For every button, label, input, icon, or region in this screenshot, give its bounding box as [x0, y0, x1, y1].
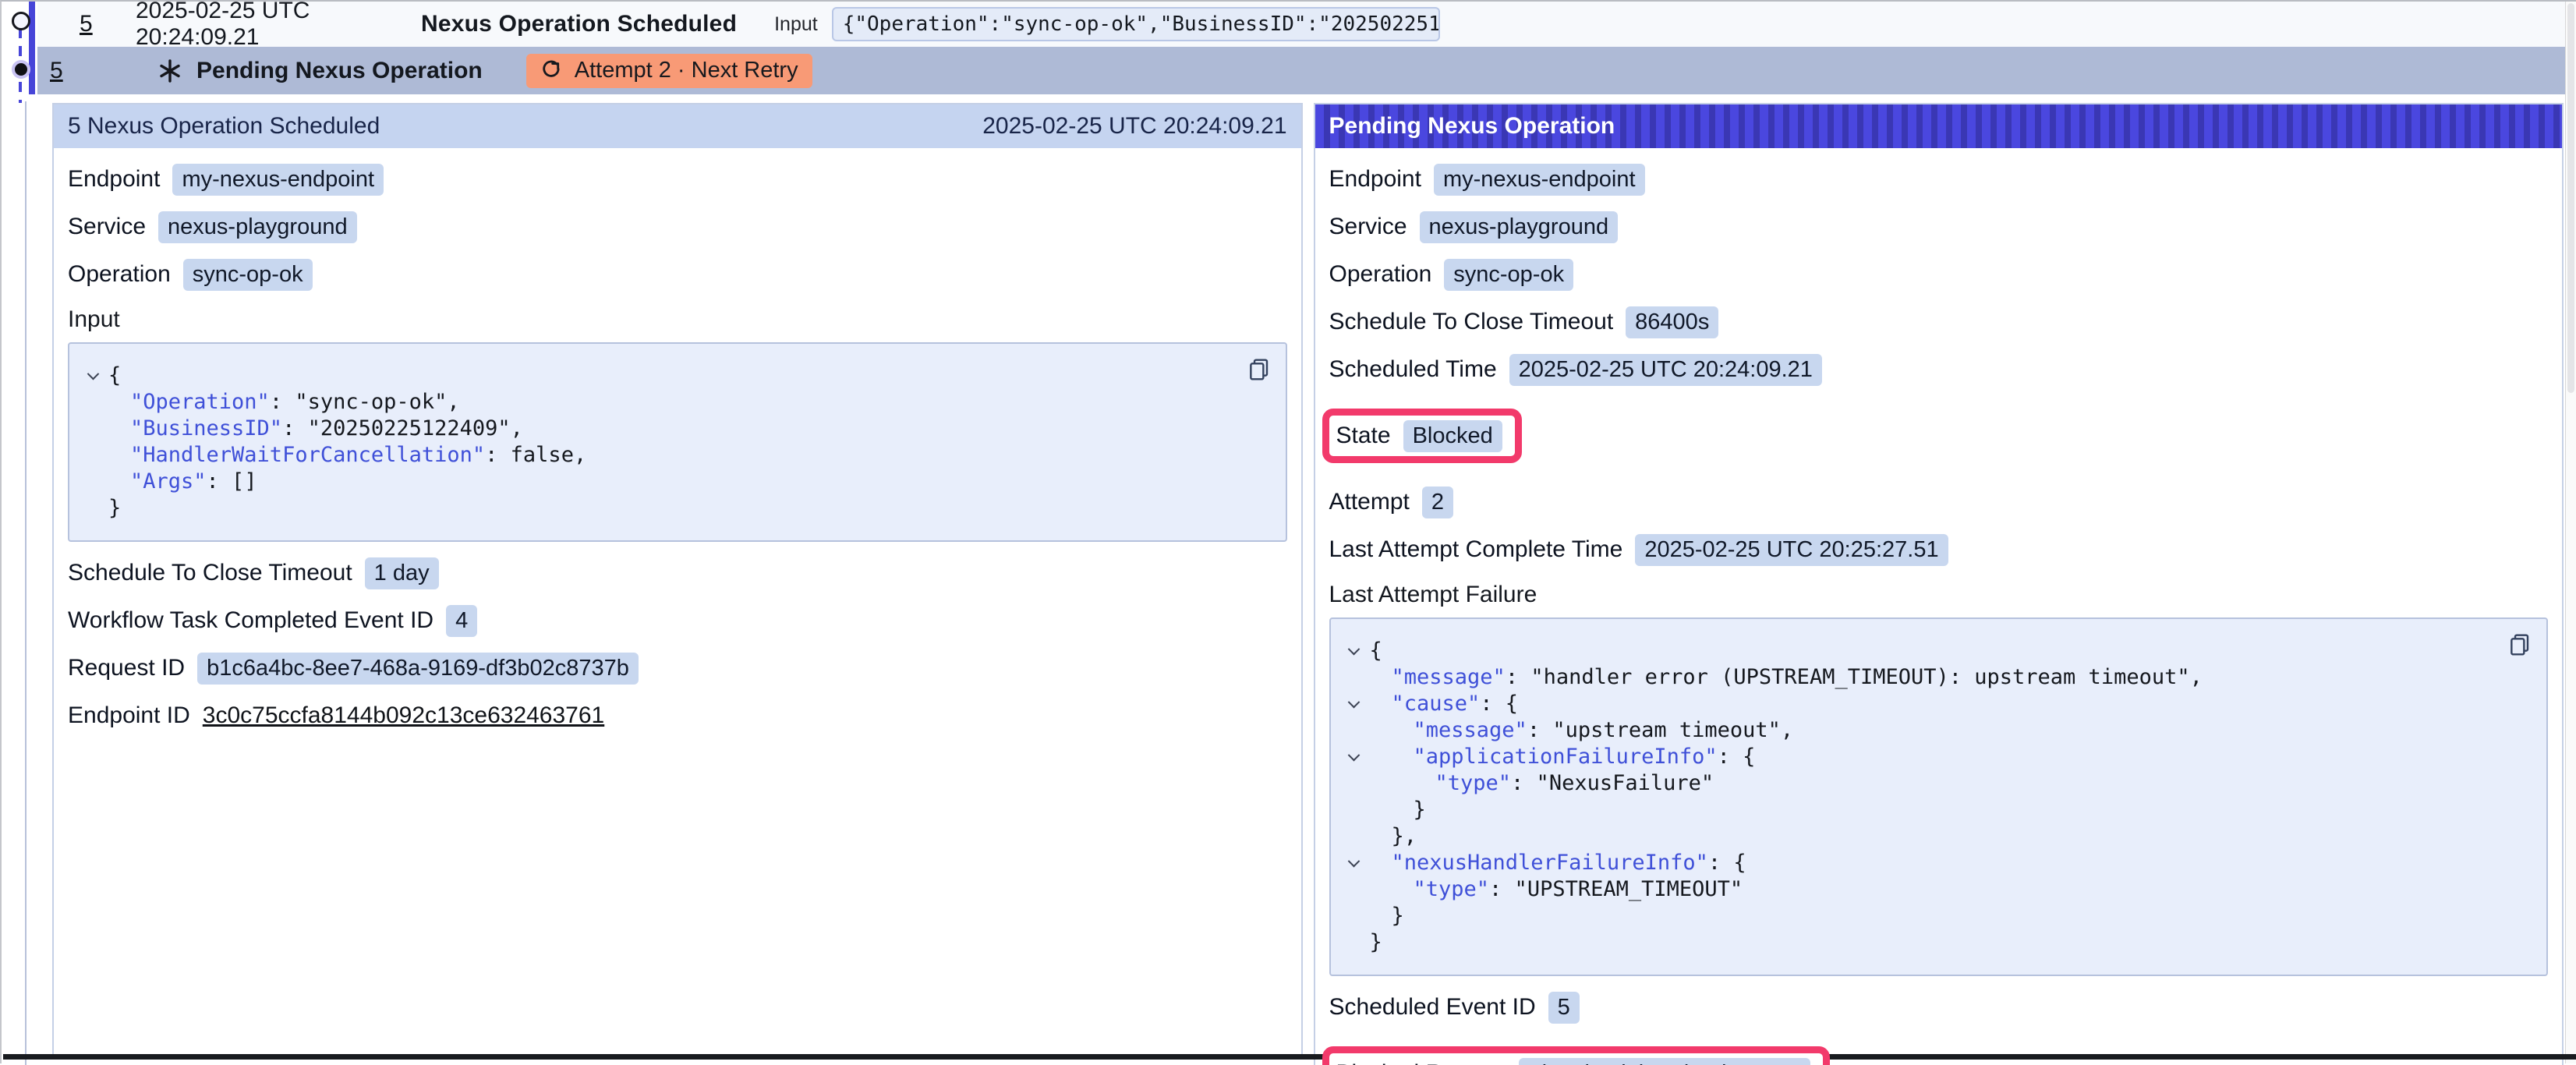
event-timestamp: 2025-02-25 UTC 20:24:09.21 [136, 0, 421, 51]
field-row-schedule-to-close: Schedule To Close Timeout 1 day [68, 557, 1287, 589]
field-value: my-nexus-endpoint [1434, 164, 1645, 196]
input-section-label: Input [68, 306, 1287, 333]
field-value: 1 day [365, 557, 439, 589]
field-value: b1c6a4bc-8ee7-468a-9169-df3b02c8737b [197, 653, 639, 685]
scrollbar-thumb[interactable] [2567, 3, 2574, 393]
asterisk-icon [156, 57, 184, 85]
field-label: Endpoint [1329, 166, 1421, 193]
field-label: Attempt [1329, 489, 1410, 515]
pending-detail-header: Pending Nexus Operation [1315, 104, 2563, 148]
field-row-scheduled-event-id: Scheduled Event ID 5 [1329, 991, 2549, 1024]
field-label: Scheduled Event ID [1329, 994, 1536, 1021]
field-label: Blocked Reason [1336, 1060, 1506, 1065]
event-detail-title: 5 Nexus Operation Scheduled [68, 113, 380, 140]
event-timeline [2, 2, 37, 1063]
pending-operation-row[interactable]: 5 Pending Nexus Operation Attempt 2 · Ne… [37, 47, 2576, 94]
event-title: Nexus Operation Scheduled [421, 11, 737, 37]
window-bottom-edge [3, 1054, 2576, 1060]
field-value: 2 [1422, 487, 1453, 518]
field-label: Service [68, 214, 146, 240]
pending-detail-panel: Pending Nexus Operation Endpoint my-nexu… [1314, 103, 2564, 1065]
field-row-blocked-reason: Blocked Reason The circuit breaker is op… [1336, 1057, 1810, 1065]
endpoint-id-link[interactable]: 3c0c75ccfa8144b092c13ce632463761 [203, 702, 604, 729]
copy-icon[interactable] [1247, 356, 1272, 384]
event-input-preview[interactable]: {"Operation":"sync-op-ok","BusinessID":"… [832, 7, 1440, 41]
event-input-label: Input [774, 13, 818, 36]
field-row-schedule-to-close: Schedule To Close Timeout 86400s [1329, 306, 2549, 338]
field-value: 86400s [1626, 306, 1718, 338]
field-value: sync-op-ok [1444, 259, 1573, 291]
timeline-rail [25, 101, 27, 1065]
field-row-last-attempt-complete-time: Last Attempt Complete Time 2025-02-25 UT… [1329, 533, 2549, 566]
field-row-endpoint-id: Endpoint ID 3c0c75ccfa8144b092c13ce63246… [68, 699, 1287, 732]
field-value: nexus-playground [1420, 211, 1619, 243]
field-row-endpoint: Endpoint my-nexus-endpoint [1329, 163, 2549, 196]
retry-badge-label: Attempt 2 · Next Retry [575, 58, 798, 83]
field-row-service: Service nexus-playground [68, 211, 1287, 243]
field-row-wft-completed-event-id: Workflow Task Completed Event ID 4 [68, 604, 1287, 637]
event-detail-timestamp: 2025-02-25 UTC 20:24:09.21 [982, 113, 1286, 140]
field-label: Operation [68, 261, 171, 288]
event-id-link[interactable]: 5 [80, 11, 136, 37]
field-value: 4 [446, 605, 477, 637]
field-row-service: Service nexus-playground [1329, 211, 2549, 243]
field-label: Endpoint ID [68, 702, 190, 729]
retry-icon [540, 59, 564, 83]
field-label: Operation [1329, 261, 1432, 288]
field-label: Endpoint [68, 166, 160, 193]
timeline-event-marker-current[interactable] [12, 60, 30, 79]
failure-json-viewer[interactable]: {"message": "handler error (UPSTREAM_TIM… [1329, 617, 2549, 976]
timeline-event-marker-open[interactable] [12, 12, 30, 30]
state-value-badge: Blocked [1403, 420, 1502, 452]
field-label: Request ID [68, 655, 185, 681]
field-value: 5 [1548, 992, 1580, 1024]
pending-id-link[interactable]: 5 [50, 58, 156, 84]
field-row-operation: Operation sync-op-ok [68, 258, 1287, 291]
field-label: Schedule To Close Timeout [1329, 309, 1614, 335]
retry-badge: Attempt 2 · Next Retry [526, 54, 812, 88]
field-label: Schedule To Close Timeout [68, 560, 352, 586]
copy-icon[interactable] [2507, 632, 2532, 660]
field-row-request-id: Request ID b1c6a4bc-8ee7-468a-9169-df3b0… [68, 652, 1287, 685]
field-value: 2025-02-25 UTC 20:24:09.21 [1509, 354, 1822, 386]
event-detail-panel: 5 Nexus Operation Scheduled 2025-02-25 U… [52, 103, 1303, 1056]
event-detail-header: 5 Nexus Operation Scheduled 2025-02-25 U… [54, 104, 1301, 148]
field-value: sync-op-ok [183, 259, 313, 291]
field-value: my-nexus-endpoint [172, 164, 384, 196]
field-row-state: State Blocked [1336, 419, 1502, 452]
field-label: Service [1329, 214, 1407, 240]
field-label: Last Attempt Complete Time [1329, 536, 1623, 563]
selected-event-indicator-bar [29, 2, 35, 94]
blocked-reason-value-badge: The circuit breaker is open. [1519, 1058, 1810, 1065]
field-value: nexus-playground [158, 211, 357, 243]
event-summary-row[interactable]: 5 2025-02-25 UTC 20:24:09.21 Nexus Opera… [37, 2, 2576, 47]
failure-section-label: Last Attempt Failure [1329, 582, 2549, 608]
blocked-reason-highlight-annotation: Blocked Reason The circuit breaker is op… [1322, 1046, 1830, 1065]
input-json-viewer[interactable]: {"Operation": "sync-op-ok","BusinessID":… [68, 342, 1287, 542]
field-label: State [1336, 423, 1391, 449]
field-row-scheduled-time: Scheduled Time 2025-02-25 UTC 20:24:09.2… [1329, 353, 2549, 386]
state-highlight-annotation: State Blocked [1322, 409, 1522, 463]
pending-detail-title: Pending Nexus Operation [1329, 113, 1615, 140]
pending-title: Pending Nexus Operation [196, 58, 483, 84]
field-value: 2025-02-25 UTC 20:25:27.51 [1635, 534, 1948, 566]
detail-panels: 5 Nexus Operation Scheduled 2025-02-25 U… [52, 103, 2564, 1063]
field-row-attempt: Attempt 2 [1329, 486, 2549, 518]
field-label: Workflow Task Completed Event ID [68, 607, 433, 634]
field-row-endpoint: Endpoint my-nexus-endpoint [68, 163, 1287, 196]
field-row-operation: Operation sync-op-ok [1329, 258, 2549, 291]
vertical-scrollbar[interactable] [2565, 2, 2576, 1063]
field-label: Scheduled Time [1329, 356, 1497, 383]
